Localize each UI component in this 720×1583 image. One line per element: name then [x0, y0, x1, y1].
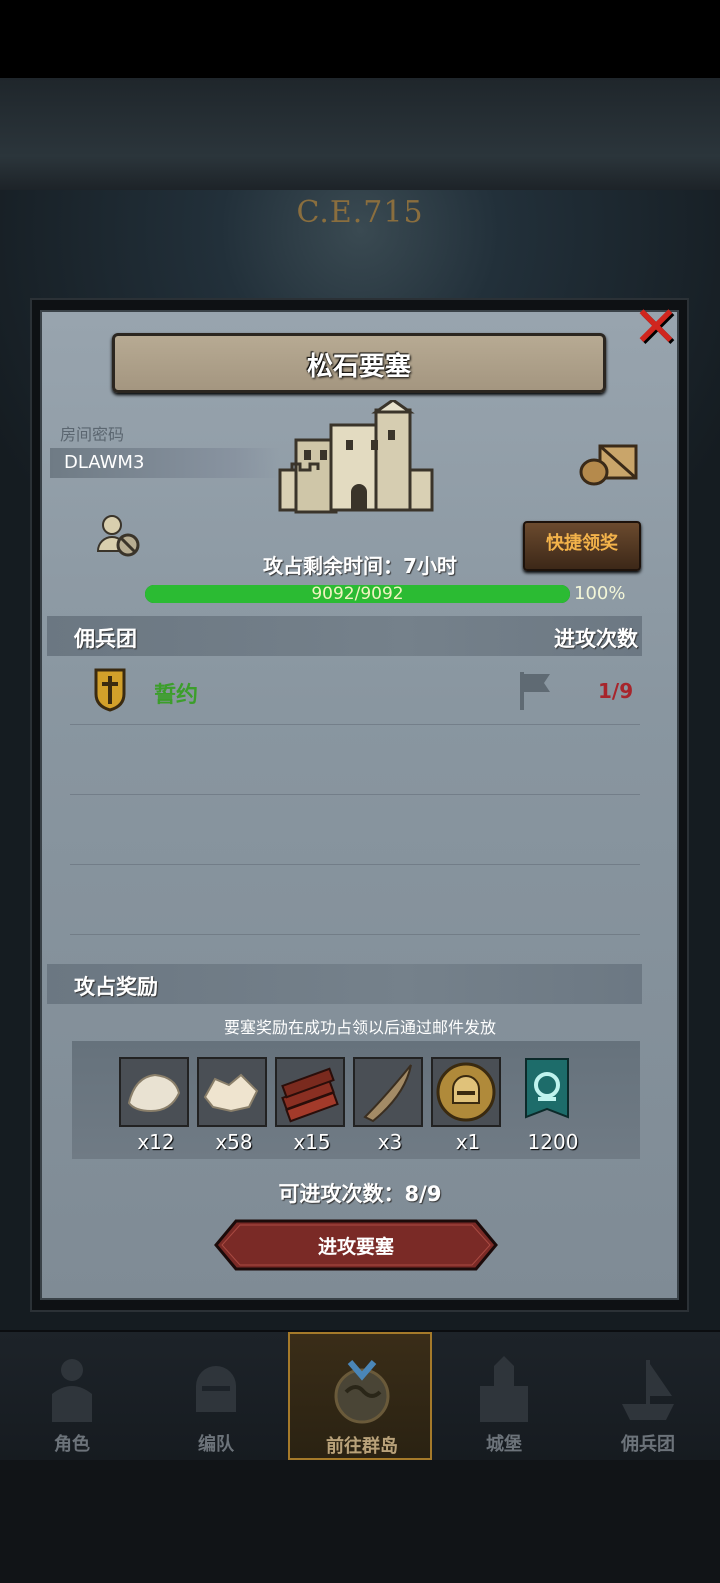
close-icon[interactable]: ✕	[628, 300, 684, 358]
row-divider	[70, 864, 640, 865]
guild-name[interactable]: 誓约	[154, 677, 198, 709]
ship-icon	[622, 1360, 674, 1420]
row-divider	[70, 934, 640, 935]
nav-character[interactable]: 角色	[0, 1332, 144, 1460]
guild-shield-icon	[94, 668, 126, 712]
bottom-navigation: 角色 编队 前往群岛 城堡 佣兵团	[0, 1330, 720, 1462]
nav-islands[interactable]: 前往群岛	[288, 1332, 432, 1460]
guild-attack-count: 1/9	[598, 679, 634, 703]
nav-label: 城堡	[486, 1434, 522, 1455]
reward-qty: x58	[215, 1130, 253, 1154]
remaining-attempts: 可进攻次数：8/9	[278, 1182, 442, 1206]
banner-icon	[525, 1058, 569, 1119]
room-code-value: DLAWM3	[50, 448, 280, 478]
nav-label: 角色	[54, 1434, 90, 1455]
reward-qty: x1	[455, 1130, 481, 1154]
reward-header: 攻占奖励	[74, 975, 158, 999]
reward-qty: 1200	[527, 1130, 579, 1154]
supply-crate-icon[interactable]	[578, 440, 638, 486]
time-remaining: 攻占剩余时间：7小时	[263, 554, 457, 578]
reward-slot-helmet[interactable]	[431, 1057, 501, 1127]
helmet-coin-icon	[433, 1059, 499, 1125]
row-divider	[70, 724, 640, 725]
title-plate: 松石要塞	[112, 333, 606, 393]
reward-slot-banner[interactable]	[514, 1057, 584, 1127]
reward-qty: x15	[293, 1130, 331, 1154]
room-code-label: 房间密码	[60, 425, 125, 444]
era-text: C.E.715	[296, 195, 424, 230]
dialog-title: 松石要塞	[306, 352, 411, 382]
status-bar	[0, 0, 720, 78]
attack-count-header: 进攻次数	[554, 627, 638, 651]
fleece-icon	[199, 1059, 265, 1125]
reward-slot-horn[interactable]	[353, 1057, 423, 1127]
reward-qty: x3	[377, 1130, 403, 1154]
reward-slot-fleece[interactable]	[197, 1057, 267, 1127]
attack-fortress-button[interactable]: 进攻要塞	[214, 1219, 498, 1271]
nav-label: 前往群岛	[326, 1436, 398, 1457]
nav-castle[interactable]: 城堡	[432, 1332, 576, 1460]
nav-label: 佣兵团	[621, 1434, 675, 1455]
nav-mercenary[interactable]: 佣兵团	[576, 1332, 720, 1460]
knight-icon	[52, 1359, 92, 1422]
reward-slot-wood[interactable]	[275, 1057, 345, 1127]
hp-value: 9092/9092	[311, 584, 404, 604]
row-divider	[70, 794, 640, 795]
attack-button-label: 进攻要塞	[317, 1236, 394, 1258]
reward-qty: x12	[137, 1130, 175, 1154]
mercenary-header: 佣兵团	[74, 627, 137, 651]
fur-pelt-icon	[121, 1059, 187, 1125]
reward-slot-fur[interactable]	[119, 1057, 189, 1127]
nav-label: 编队	[198, 1434, 234, 1455]
helmet-icon	[196, 1366, 236, 1412]
hp-percent: 100%	[574, 583, 626, 604]
wood-planks-icon	[277, 1059, 343, 1125]
castle-icon	[480, 1356, 528, 1422]
globe-icon	[334, 1360, 390, 1424]
bottom-bar	[0, 1460, 720, 1583]
flag-icon	[520, 672, 550, 710]
horn-icon	[355, 1059, 421, 1125]
reward-note: 要塞奖励在成功占领以后通过邮件发放	[223, 1018, 496, 1037]
top-hud	[0, 78, 720, 191]
fortress-castle-icon	[278, 400, 434, 514]
nav-formation[interactable]: 编队	[144, 1332, 288, 1460]
